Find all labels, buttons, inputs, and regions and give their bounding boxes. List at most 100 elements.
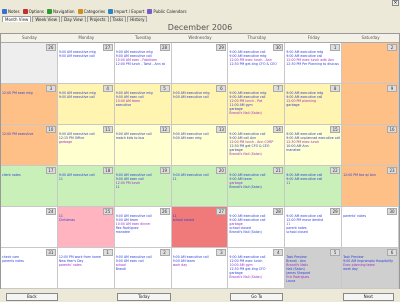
day-cell[interactable]: 1 9:00 AM executive mtg 9:00 AM executive … bbox=[285, 43, 343, 84]
day-cell[interactable]: 29 bbox=[171, 43, 229, 84]
day-number[interactable]: 14 bbox=[273, 126, 284, 133]
day-cell[interactable]: 2 bbox=[342, 43, 399, 84]
day-number[interactable]: 30 bbox=[273, 44, 284, 51]
calendar-event[interactable]: parents notes bbox=[2, 259, 56, 263]
calendar-event[interactable]: 12:00 PM lunch - Twist - Ann at bbox=[116, 62, 170, 66]
calendar-event[interactable]: Brandi's Nail (Salon) bbox=[229, 230, 283, 234]
toolbar-notes[interactable]: Notes bbox=[2, 8, 20, 14]
day-cell[interactable]: 24 bbox=[1, 207, 58, 248]
tab-projects[interactable]: Projects bbox=[86, 16, 109, 22]
tab-week-view[interactable]: Week View bbox=[32, 16, 61, 22]
day-cell[interactable]: 30 9:00 AM executive call 9:00 AM executiv… bbox=[228, 43, 286, 84]
tab-history[interactable]: History bbox=[127, 16, 148, 22]
day-cell[interactable]: 31 check cam parents notes bbox=[1, 248, 58, 289]
day-number[interactable]: 15 bbox=[330, 126, 341, 133]
calendar-event[interactable]: 11 bbox=[173, 177, 227, 181]
day-cell[interactable]: 6 9:00 AM executive mtg 9:00 AM executive … bbox=[171, 84, 229, 125]
day-cell[interactable]: 28 9:00 AM executive call 9:00 AM executiv… bbox=[228, 207, 286, 248]
calendar-event[interactable]: 11 bbox=[116, 185, 170, 189]
day-number[interactable]: 29 bbox=[216, 44, 227, 51]
calendar-event[interactable]: 12:30 PM get-ting CFO & CEO bbox=[229, 62, 283, 66]
day-cell[interactable]: 9 bbox=[342, 84, 399, 125]
goto-button[interactable]: Go To bbox=[230, 292, 284, 301]
calendar-event[interactable]: executive bbox=[116, 103, 170, 107]
calendar-event[interactable]: garbage bbox=[286, 103, 340, 107]
day-cell[interactable]: 10 12:00 PM executive bbox=[1, 125, 58, 166]
toolbar-navigation[interactable]: Navigation bbox=[47, 8, 75, 14]
day-cell[interactable]: 21 9:00 AM executive call 9:00 AM team garb… bbox=[228, 166, 286, 207]
day-number[interactable]: 16 bbox=[387, 126, 397, 133]
day-number[interactable]: 28 bbox=[273, 208, 284, 215]
calendar-event[interactable]: school closed bbox=[286, 230, 340, 234]
calendar-event[interactable]: work day bbox=[343, 267, 397, 271]
day-number[interactable]: 21 bbox=[273, 167, 284, 174]
day-cell[interactable]: 5 9:00 AM executive mtg 9:00 AM exec call 1… bbox=[114, 84, 172, 125]
day-number[interactable]: 8 bbox=[330, 85, 341, 92]
day-cell[interactable]: 4 9:00 AM executive call 12:00 PM exec lun… bbox=[228, 248, 286, 289]
day-cell[interactable]: 6 Task Preview 9:00 AM Impromptu Hospitali… bbox=[342, 248, 399, 289]
day-cell[interactable]: 14 9:00 AM executive call 9:00 AM call Ann… bbox=[228, 125, 286, 166]
day-number[interactable]: 27 bbox=[102, 44, 113, 51]
calendar-event[interactable]: 9:00 AM exec mtg bbox=[173, 136, 227, 140]
day-cell[interactable]: 16 bbox=[342, 125, 399, 166]
toolbar-import-export[interactable]: Import / Export bbox=[108, 8, 144, 14]
day-cell[interactable]: 27 11 school closed bbox=[171, 207, 229, 248]
day-cell[interactable]: 23 12:00 PM tea w/ Ann bbox=[342, 166, 399, 207]
calendar-event[interactable]: Brandi's Nail (Salon) bbox=[229, 111, 283, 115]
calendar-event[interactable]: Brandi's Nail (Salon) bbox=[229, 185, 283, 189]
back-button[interactable]: Back bbox=[6, 292, 58, 301]
day-cell[interactable]: 8 9:00 AM executive mtg 9:00 AM executive … bbox=[285, 84, 343, 125]
day-cell[interactable]: 22 9:00 AM executive call 9:00 AM executiv… bbox=[285, 166, 343, 207]
day-number[interactable]: 4 bbox=[273, 249, 284, 256]
day-cell[interactable]: 12 9:00 AM executive call match kids to bu… bbox=[114, 125, 172, 166]
day-cell[interactable]: 30 parents' notes bbox=[342, 207, 399, 248]
day-cell[interactable]: 17 client notes bbox=[1, 166, 58, 207]
day-number[interactable]: 7 bbox=[273, 85, 284, 92]
calendar-event[interactable]: Laura bbox=[286, 279, 340, 283]
day-cell[interactable]: 5 Task Preview Brandi - Ann Brandi's Nails N… bbox=[285, 248, 343, 289]
calendar-event[interactable]: 9:00 AM executive call bbox=[59, 54, 113, 58]
day-cell[interactable]: 3 12:00 PM exec mtg bbox=[1, 84, 58, 125]
tab-tasks[interactable]: Tasks bbox=[109, 16, 127, 22]
day-number[interactable]: 5 bbox=[159, 85, 170, 92]
day-number[interactable]: 6 bbox=[216, 85, 227, 92]
day-number[interactable]: 12 bbox=[159, 126, 170, 133]
day-cell[interactable]: 28 9:00 AM executive mtg 9:00 AM executive… bbox=[114, 43, 172, 84]
tab-day-view[interactable]: Day View bbox=[61, 16, 86, 22]
day-number[interactable]: 1 bbox=[330, 44, 341, 51]
day-number[interactable]: 9 bbox=[387, 85, 397, 92]
day-number[interactable]: 23 bbox=[387, 167, 397, 174]
day-number[interactable]: 13 bbox=[216, 126, 227, 133]
day-number[interactable]: 20 bbox=[216, 167, 227, 174]
day-number[interactable]: 26 bbox=[159, 208, 170, 215]
day-cell[interactable]: 20 9:00 AM executive call 11 bbox=[171, 166, 229, 207]
calendar-event[interactable]: manatee bbox=[286, 148, 340, 152]
day-number[interactable]: 3 bbox=[216, 249, 227, 256]
calendar-event[interactable]: 9:00 AM executive call bbox=[173, 95, 227, 99]
calendar-event[interactable]: manatee bbox=[116, 230, 170, 234]
day-cell[interactable]: 15 9:00 AM executive call 9:00 AM unplanne… bbox=[285, 125, 343, 166]
day-number[interactable]: 29 bbox=[330, 208, 341, 215]
day-cell[interactable]: 26 9:00 AM executive call 9:00 AM team 10:0… bbox=[114, 207, 172, 248]
close-icon[interactable]: × bbox=[392, 0, 399, 6]
day-number[interactable]: 19 bbox=[159, 167, 170, 174]
day-number[interactable]: 31 bbox=[45, 249, 56, 256]
day-cell[interactable]: 25 11 Christmas bbox=[57, 207, 115, 248]
calendar-event[interactable]: school closed bbox=[173, 218, 227, 222]
day-cell[interactable]: 29 9:00 AM executive call 12:00 PM move de… bbox=[285, 207, 343, 248]
day-number[interactable]: 4 bbox=[102, 85, 113, 92]
day-cell[interactable]: 2 9:00 AM executive call 9:00 AM exec call… bbox=[114, 248, 172, 289]
calendar-event[interactable]: parents' notes bbox=[59, 263, 113, 267]
day-cell[interactable]: 1 12:00 PM work from home New Year's Day pa… bbox=[57, 248, 115, 289]
calendar-event[interactable]: 11 bbox=[59, 177, 113, 181]
calendar-event[interactable]: 11 bbox=[286, 181, 340, 185]
calendar-event[interactable]: work day bbox=[173, 263, 227, 267]
day-number[interactable]: 3 bbox=[45, 85, 56, 92]
day-cell[interactable]: 7 9:00 AM executive mtg 9:00 AM executive … bbox=[228, 84, 286, 125]
day-number[interactable]: 10 bbox=[45, 126, 56, 133]
day-number[interactable]: 25 bbox=[102, 208, 113, 215]
day-cell[interactable]: 18 9:00 AM executive call 11 bbox=[57, 166, 115, 207]
calendar-event[interactable]: match kids to bus bbox=[116, 136, 170, 140]
day-number[interactable]: 1 bbox=[102, 249, 113, 256]
toolbar-public-calendars[interactable]: Public Calendars bbox=[147, 8, 187, 14]
